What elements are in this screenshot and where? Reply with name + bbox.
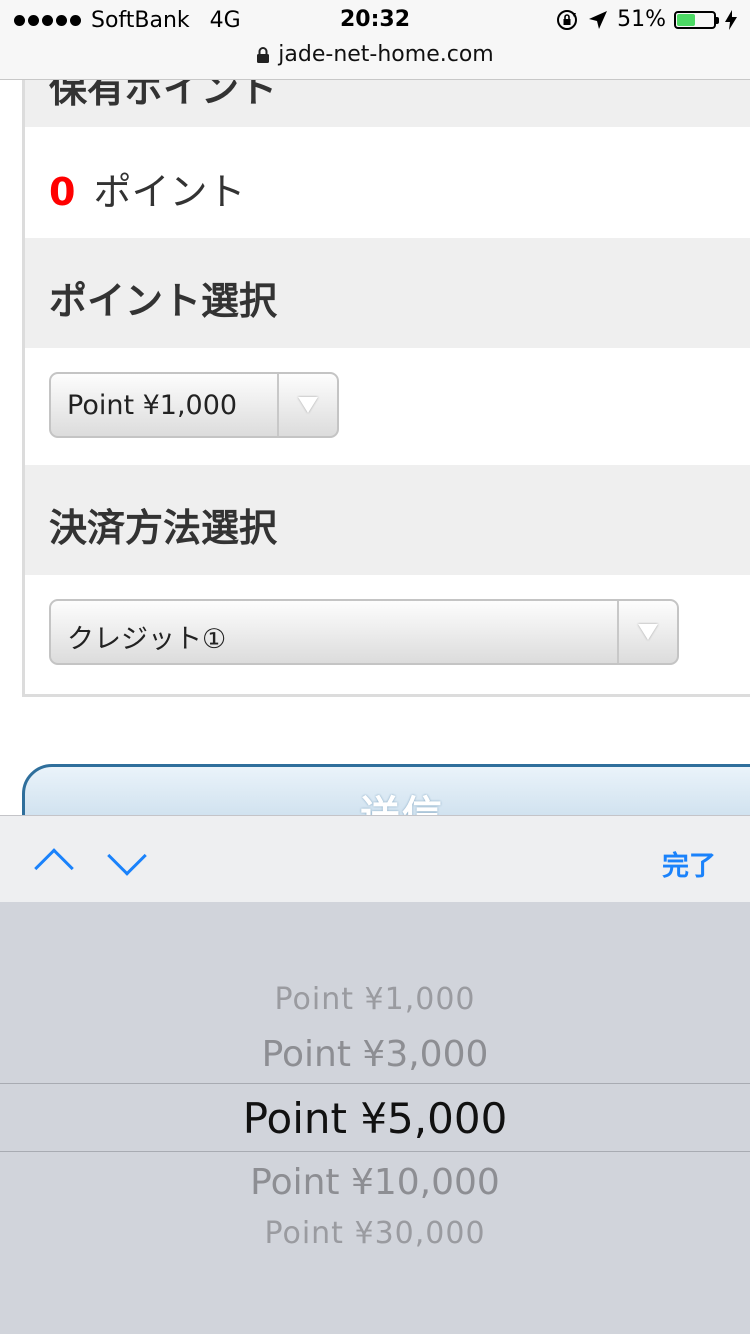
url-bar[interactable]: jade-net-home.com: [0, 42, 750, 80]
done-button[interactable]: 完了: [662, 844, 716, 883]
url-text: jade-net-home.com: [278, 42, 494, 67]
form-panel: 保有ポイント 0 ポイント ポイント選択 Point ¥1,000 決済方法選択 …: [22, 80, 750, 697]
points-value: 0: [49, 170, 76, 214]
points-section-title: 保有ポイント: [49, 80, 278, 111]
point-select-body: Point ¥1,000: [25, 348, 750, 465]
location-arrow-icon: [589, 10, 608, 29]
picker-wheel[interactable]: Point ¥1,000 Point ¥3,000 Point ¥5,000 P…: [0, 902, 750, 1334]
payment-method-header: 決済方法選択: [25, 465, 750, 575]
picker-option-selected[interactable]: Point ¥5,000: [0, 1094, 750, 1143]
previous-field-button[interactable]: [34, 846, 74, 888]
submit-button[interactable]: 送信: [22, 764, 750, 815]
payment-method-body: クレジット①: [25, 575, 750, 691]
submit-button-label: 送信: [360, 793, 444, 815]
points-display: 0 ポイント: [49, 161, 245, 216]
keyboard-accessory-bar: 完了: [0, 815, 750, 903]
lock-icon: [257, 46, 270, 63]
rotation-lock-icon: [557, 9, 578, 30]
charging-bolt-icon: [725, 9, 737, 30]
chevron-up-icon: [34, 848, 74, 888]
points-section-header: 保有ポイント: [25, 80, 750, 127]
picker-option[interactable]: Point ¥3,000: [0, 1034, 750, 1075]
status-bar: SoftBank 4G 20:32 51%: [0, 0, 750, 42]
picker-option[interactable]: Point ¥1,000: [0, 982, 750, 1017]
next-field-button[interactable]: [107, 836, 147, 876]
picker-option[interactable]: Point ¥10,000: [0, 1162, 750, 1203]
point-select-value: Point ¥1,000: [67, 390, 238, 421]
point-select-title: ポイント選択: [49, 279, 278, 323]
chevron-down-icon: [617, 601, 677, 663]
payment-method-title: 決済方法選択: [49, 506, 278, 550]
status-right: 51%: [555, 7, 738, 32]
battery-icon: [674, 10, 719, 29]
points-section-body: 0 ポイント: [25, 127, 750, 238]
payment-method-value: クレジット①: [67, 624, 227, 655]
points-unit: ポイント: [93, 170, 246, 214]
payment-method-dropdown[interactable]: クレジット①: [49, 599, 679, 665]
picker-option[interactable]: Point ¥30,000: [0, 1216, 750, 1251]
point-select-dropdown[interactable]: Point ¥1,000: [49, 372, 339, 438]
chevron-down-icon: [277, 374, 337, 436]
chevron-down-icon: [107, 836, 147, 876]
point-select-header: ポイント選択: [25, 238, 750, 348]
battery-percent: 51%: [617, 7, 666, 32]
page-content: 保有ポイント 0 ポイント ポイント選択 Point ¥1,000 決済方法選択 …: [0, 80, 750, 815]
